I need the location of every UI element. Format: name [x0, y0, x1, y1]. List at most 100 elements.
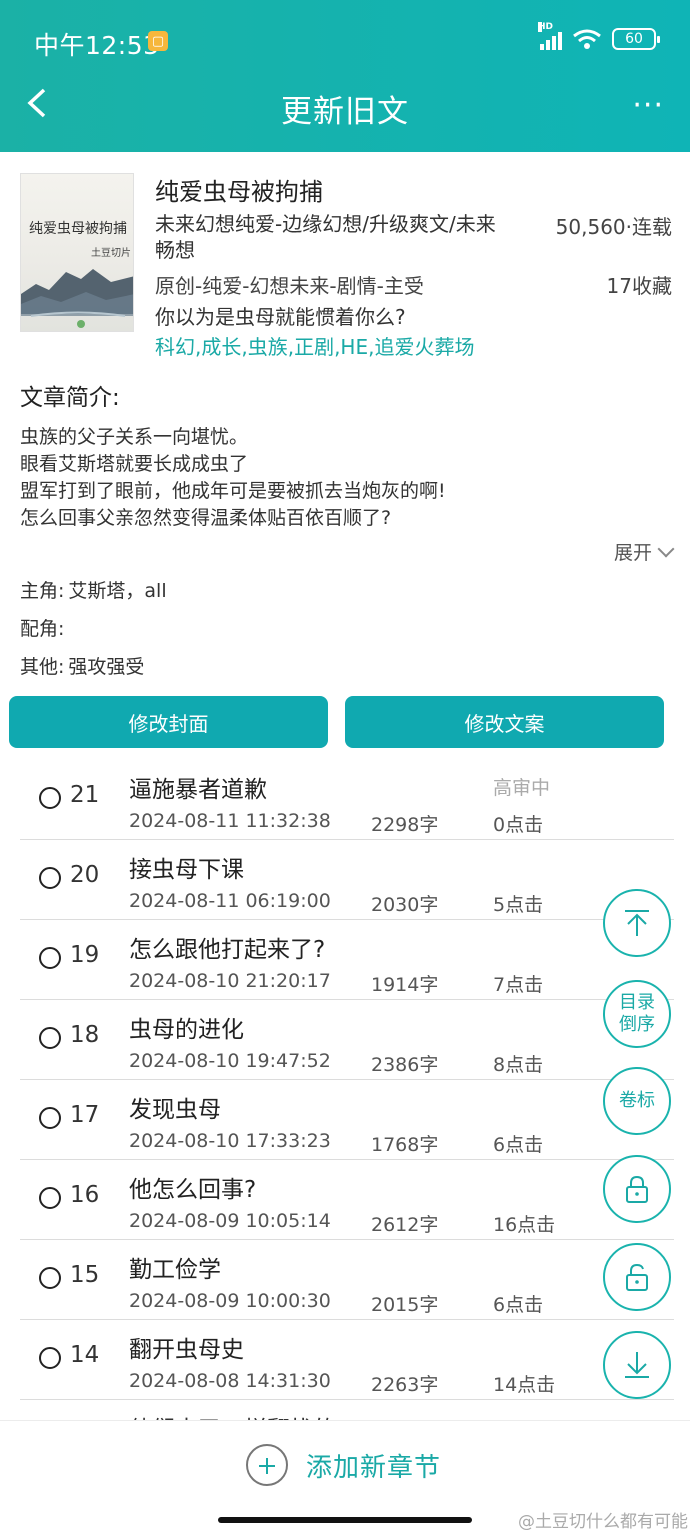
volume-label-button[interactable]: 卷标 — [603, 1067, 671, 1135]
edit-copy-button[interactable]: 修改文案 — [345, 696, 664, 748]
page-title: 更新旧文 — [281, 94, 409, 130]
chapter-radio[interactable] — [39, 787, 61, 809]
edit-cover-button[interactable]: 修改封面 — [9, 696, 328, 748]
chapter-date: 2024-08-09 10:05:14 — [129, 1210, 331, 1232]
chapter-date: 2024-08-08 14:31:30 — [129, 1370, 331, 1392]
lead-role: 主角: 艾斯塔，all — [20, 576, 167, 603]
scroll-top-button[interactable] — [603, 889, 671, 957]
battery-level: 60 — [625, 31, 643, 47]
chapter-row[interactable]: 17 发现虫母 2024-08-10 17:33:23 1768字 6点击 — [20, 1080, 674, 1160]
book-category: 未来幻想纯爱-边缘幻想/升级爽文/未来畅想 — [155, 212, 496, 262]
chapter-row[interactable]: 21 逼施暴者道歉 高审中 2024-08-11 11:32:38 2298字 … — [20, 760, 674, 840]
reverse-label-line1: 目录 — [619, 992, 655, 1013]
book-title: 纯爱虫母被拘捕 — [155, 178, 323, 206]
chapter-radio[interactable] — [39, 947, 61, 969]
chapter-number: 16 — [70, 1182, 100, 1208]
chapter-words: 2030字 — [371, 894, 439, 916]
chapter-title: 勤工俭学 — [129, 1257, 221, 1283]
chevron-down-icon — [657, 540, 675, 557]
support-role-label: 配角: — [20, 618, 65, 640]
chapter-clicks: 8点击 — [493, 1054, 544, 1076]
lead-role-value: 艾斯塔，all — [68, 580, 167, 602]
chapter-radio[interactable] — [39, 867, 61, 889]
lock-icon — [626, 1175, 648, 1203]
battery-icon: 60 — [612, 28, 660, 50]
plus-circle-icon — [246, 1444, 288, 1486]
chapter-title: 虫母的进化 — [129, 1017, 244, 1043]
expand-label: 展开 — [613, 542, 652, 564]
book-cover-image: 纯爱虫母被拘捕 土豆切片 — [20, 173, 134, 332]
more-button[interactable]: ··· — [632, 88, 664, 124]
scroll-bottom-button[interactable] — [603, 1331, 671, 1399]
other-role: 其他: 强攻强受 — [20, 652, 144, 679]
chapter-row[interactable]: 15 勤工俭学 2024-08-09 10:00:30 2015字 6点击 — [20, 1240, 674, 1320]
book-tags: 科幻,成长,虫族,正剧,HE,追爱火葬场 — [155, 335, 475, 359]
home-indicator[interactable] — [218, 1517, 472, 1523]
chapter-number: 20 — [70, 862, 100, 888]
chapter-clicks: 7点击 — [493, 974, 544, 996]
intro-label: 文章简介: — [20, 385, 120, 411]
chapter-words: 2386字 — [371, 1054, 439, 1076]
chapter-clicks: 0点击 — [493, 814, 544, 836]
book-genre: 原创-纯爱-幻想未来-剧情-主受 — [155, 274, 424, 298]
status-time: 中午12:53 — [34, 31, 160, 60]
chapter-title: 他怎么回事? — [129, 1177, 257, 1203]
book-favorites: 17收藏 — [606, 274, 672, 298]
intro-line: 虫族的父子关系一向堪忧。 — [20, 426, 249, 448]
expand-button[interactable]: 展开 — [613, 538, 675, 565]
status-icons: HD 60 — [538, 22, 660, 50]
chapter-clicks: 5点击 — [493, 894, 544, 916]
add-chapter-button[interactable]: 添加新章节 — [246, 1444, 441, 1486]
arrow-up-icon — [625, 910, 649, 936]
support-role: 配角: — [20, 614, 68, 641]
add-chapter-label: 添加新章节 — [306, 1452, 442, 1483]
chapter-radio[interactable] — [39, 1187, 61, 1209]
chapter-radio[interactable] — [39, 1027, 61, 1049]
chapter-list: 21 逼施暴者道歉 高审中 2024-08-11 11:32:38 2298字 … — [20, 760, 674, 1430]
chapter-date: 2024-08-09 10:00:30 — [129, 1290, 331, 1312]
chapter-date: 2024-08-10 21:20:17 — [129, 970, 331, 992]
chapter-number: 21 — [70, 782, 100, 808]
intro-line: 怎么回事父亲忽然变得温柔体贴百依百顺了? — [20, 507, 392, 529]
other-role-label: 其他: — [20, 656, 65, 678]
chapter-number: 15 — [70, 1262, 100, 1288]
wifi-icon — [573, 29, 601, 49]
chapter-date: 2024-08-11 11:32:38 — [129, 810, 331, 832]
chapter-radio[interactable] — [39, 1347, 61, 1369]
chapter-radio[interactable] — [39, 1267, 61, 1289]
chapter-date: 2024-08-10 19:47:52 — [129, 1050, 331, 1072]
top-bar: 中午12:53 ▢ HD 60 更新旧文 ··· — [0, 0, 690, 152]
intro-text: 虫族的父子关系一向堪忧。 眼看艾斯塔就要长成成虫了 盟军打到了眼前，他成年可是要… — [20, 424, 446, 532]
chapter-words: 2298字 — [371, 814, 439, 836]
bottom-bar: 添加新章节 @土豆切什么都有可能 — [0, 1420, 690, 1533]
chapter-title: 接虫母下课 — [129, 857, 244, 883]
reverse-order-button[interactable]: 目录 倒序 — [603, 980, 671, 1048]
chapter-words: 1768字 — [371, 1134, 439, 1156]
chapter-title: 发现虫母 — [129, 1097, 221, 1123]
chapter-title: 翻开虫母史 — [129, 1337, 244, 1363]
other-role-value: 强攻强受 — [68, 656, 145, 678]
chapter-row[interactable]: 18 虫母的进化 2024-08-10 19:47:52 2386字 8点击 — [20, 1000, 674, 1080]
network-type: HD — [538, 22, 554, 32]
notification-icon: ▢ — [148, 31, 168, 51]
chapter-row[interactable]: 14 翻开虫母史 2024-08-08 14:31:30 2263字 14点击 — [20, 1320, 674, 1400]
chapter-clicks: 6点击 — [493, 1294, 544, 1316]
cover-title: 纯爱虫母被拘捕 — [29, 221, 127, 237]
chapter-status: 高审中 — [493, 777, 551, 799]
signal-icon: HD — [538, 22, 562, 50]
chapter-words: 2263字 — [371, 1374, 439, 1396]
chapter-row[interactable]: 16 他怎么回事? 2024-08-09 10:05:14 2612字 16点击 — [20, 1160, 674, 1240]
intro-line: 盟军打到了眼前，他成年可是要被抓去当炮灰的啊! — [20, 480, 446, 502]
chapter-words: 2612字 — [371, 1214, 439, 1236]
volume-label: 卷标 — [619, 1090, 655, 1111]
unlock-button[interactable] — [603, 1243, 671, 1311]
intro-line: 眼看艾斯塔就要长成成虫了 — [20, 453, 249, 475]
chapter-number: 18 — [70, 1022, 100, 1048]
chapter-radio[interactable] — [39, 1107, 61, 1129]
chapter-row[interactable]: 19 怎么跟他打起来了? 2024-08-10 21:20:17 1914字 7… — [20, 920, 674, 1000]
lock-button[interactable] — [603, 1155, 671, 1223]
mountain-ink-art — [21, 269, 133, 328]
chapter-row[interactable]: 20 接虫母下课 2024-08-11 06:19:00 2030字 5点击 — [20, 840, 674, 920]
chapter-date: 2024-08-10 17:33:23 — [129, 1130, 331, 1152]
chapter-clicks: 14点击 — [493, 1374, 556, 1396]
